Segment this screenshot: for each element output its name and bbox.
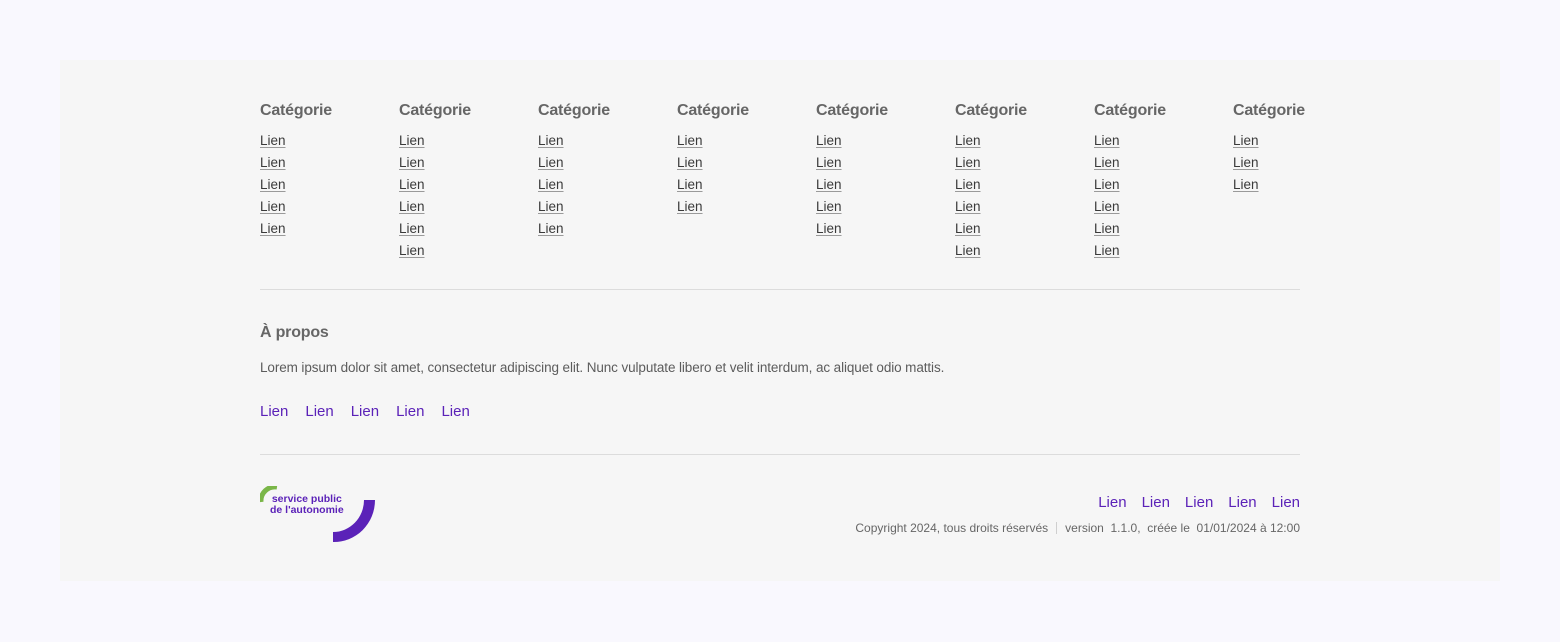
column-title: Catégorie [1094,102,1166,119]
column-link[interactable]: Lien [260,218,399,240]
column-title: Catégorie [816,102,888,119]
about-link[interactable]: Lien [305,402,333,422]
column-link[interactable]: Lien [677,174,816,196]
about-link[interactable]: Lien [396,402,424,422]
column-title: Catégorie [677,102,749,119]
footer-divider [260,454,1300,455]
column-title: Catégorie [260,102,332,119]
column-link[interactable]: Lien [677,196,816,218]
bottom-link[interactable]: Lien [1185,493,1213,513]
column-link[interactable]: Lien [816,218,955,240]
column-link[interactable]: Lien [1094,152,1233,174]
column-link[interactable]: Lien [260,130,399,152]
bottom-link[interactable]: Lien [1228,493,1256,513]
column-link[interactable]: Lien [399,240,538,262]
about-link[interactable]: Lien [260,402,288,422]
service-public-logo[interactable]: service public de l'autonomie [258,484,380,544]
column-link[interactable]: Lien [1094,240,1233,262]
column-link[interactable]: Lien [538,218,677,240]
copyright-line: Copyright 2024, tous droits réservés ver… [855,521,1300,535]
column-link[interactable]: Lien [260,196,399,218]
footer-column: Catégorie Lien Lien Lien Lien Lien Lien [955,102,1094,262]
column-title: Catégorie [538,102,610,119]
column-link[interactable]: Lien [399,130,538,152]
column-title: Catégorie [399,102,471,119]
column-link[interactable]: Lien [1094,174,1233,196]
vertical-divider [1056,522,1058,534]
column-link[interactable]: Lien [260,152,399,174]
column-link[interactable]: Lien [955,218,1094,240]
about-title: À propos [260,324,329,341]
about-link[interactable]: Lien [441,402,469,422]
footer-link-columns: Catégorie Lien Lien Lien Lien Lien Catégorie Li… [260,102,1305,262]
footer-column: Catégorie Lien Lien Lien Lien [677,102,816,262]
column-title: Catégorie [1233,102,1305,119]
column-title: Catégorie [955,102,1027,119]
site-footer: Catégorie Lien Lien Lien Lien Lien Catégorie Li… [60,60,1500,581]
footer-divider [260,289,1300,290]
footer-column: Catégorie Lien Lien Lien Lien Lien [260,102,399,262]
column-link[interactable]: Lien [1094,196,1233,218]
column-link[interactable]: Lien [538,152,677,174]
footer-column: Catégorie Lien Lien Lien Lien Lien Lien [399,102,538,262]
column-link[interactable]: Lien [1233,152,1299,174]
about-text: Lorem ipsum dolor sit amet, consectetur … [260,360,945,375]
bottom-link[interactable]: Lien [1142,493,1170,513]
column-link[interactable]: Lien [1233,174,1299,196]
column-link[interactable]: Lien [677,152,816,174]
footer-column: Catégorie Lien Lien Lien Lien Lien [816,102,955,262]
column-link[interactable]: Lien [399,152,538,174]
column-link[interactable]: Lien [955,240,1094,262]
column-link[interactable]: Lien [399,174,538,196]
footer-column: Catégorie Lien Lien Lien Lien Lien [538,102,677,262]
column-link[interactable]: Lien [677,130,816,152]
bottom-links: Lien Lien Lien Lien Lien [1083,493,1300,513]
bottom-link[interactable]: Lien [1098,493,1126,513]
column-link[interactable]: Lien [1094,218,1233,240]
bottom-link[interactable]: Lien [1272,493,1300,513]
column-link[interactable]: Lien [955,196,1094,218]
column-link[interactable]: Lien [260,174,399,196]
footer-column: Catégorie Lien Lien Lien Lien Lien Lien [1094,102,1233,262]
column-link[interactable]: Lien [399,196,538,218]
column-link[interactable]: Lien [399,218,538,240]
logo-text-line2: de l'autonomie [270,504,344,516]
column-link[interactable]: Lien [816,174,955,196]
footer-column: Catégorie Lien Lien Lien [1233,102,1305,262]
column-link[interactable]: Lien [1094,130,1233,152]
column-link[interactable]: Lien [538,196,677,218]
column-link[interactable]: Lien [538,130,677,152]
column-link[interactable]: Lien [816,196,955,218]
about-links: Lien Lien Lien Lien Lien [260,402,487,422]
column-link[interactable]: Lien [955,174,1094,196]
column-link[interactable]: Lien [816,152,955,174]
logo-text: service public de l'autonomie [270,494,344,516]
about-link[interactable]: Lien [351,402,379,422]
column-link[interactable]: Lien [1233,130,1299,152]
column-link[interactable]: Lien [816,130,955,152]
column-link[interactable]: Lien [955,152,1094,174]
copyright-text: Copyright 2024, tous droits réservés [855,521,1049,535]
column-link[interactable]: Lien [538,174,677,196]
column-link[interactable]: Lien [955,130,1094,152]
version-text: version 1.1.0, créée le 01/01/2024 à 12:… [1065,521,1300,535]
